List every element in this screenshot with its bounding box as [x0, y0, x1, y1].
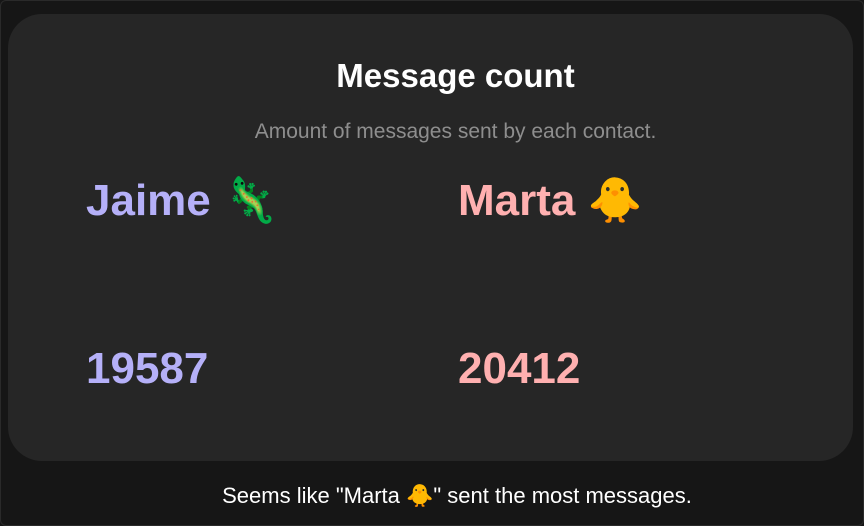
- page-frame: Message count Amount of messages sent by…: [0, 0, 864, 526]
- card-subtitle: Amount of messages sent by each contact.: [254, 120, 657, 143]
- message-count-jaime: 19587: [86, 344, 209, 393]
- message-count-card: Message count Amount of messages sent by…: [8, 14, 853, 461]
- message-count-marta: 20412: [458, 344, 581, 393]
- card-title: Message count: [336, 57, 575, 94]
- contact-name-marta: Marta 🐥: [458, 176, 643, 225]
- summary-text: Seems like "Marta 🐥" sent the most messa…: [222, 483, 692, 508]
- contact-name-jaime: Jaime 🦎: [86, 176, 278, 225]
